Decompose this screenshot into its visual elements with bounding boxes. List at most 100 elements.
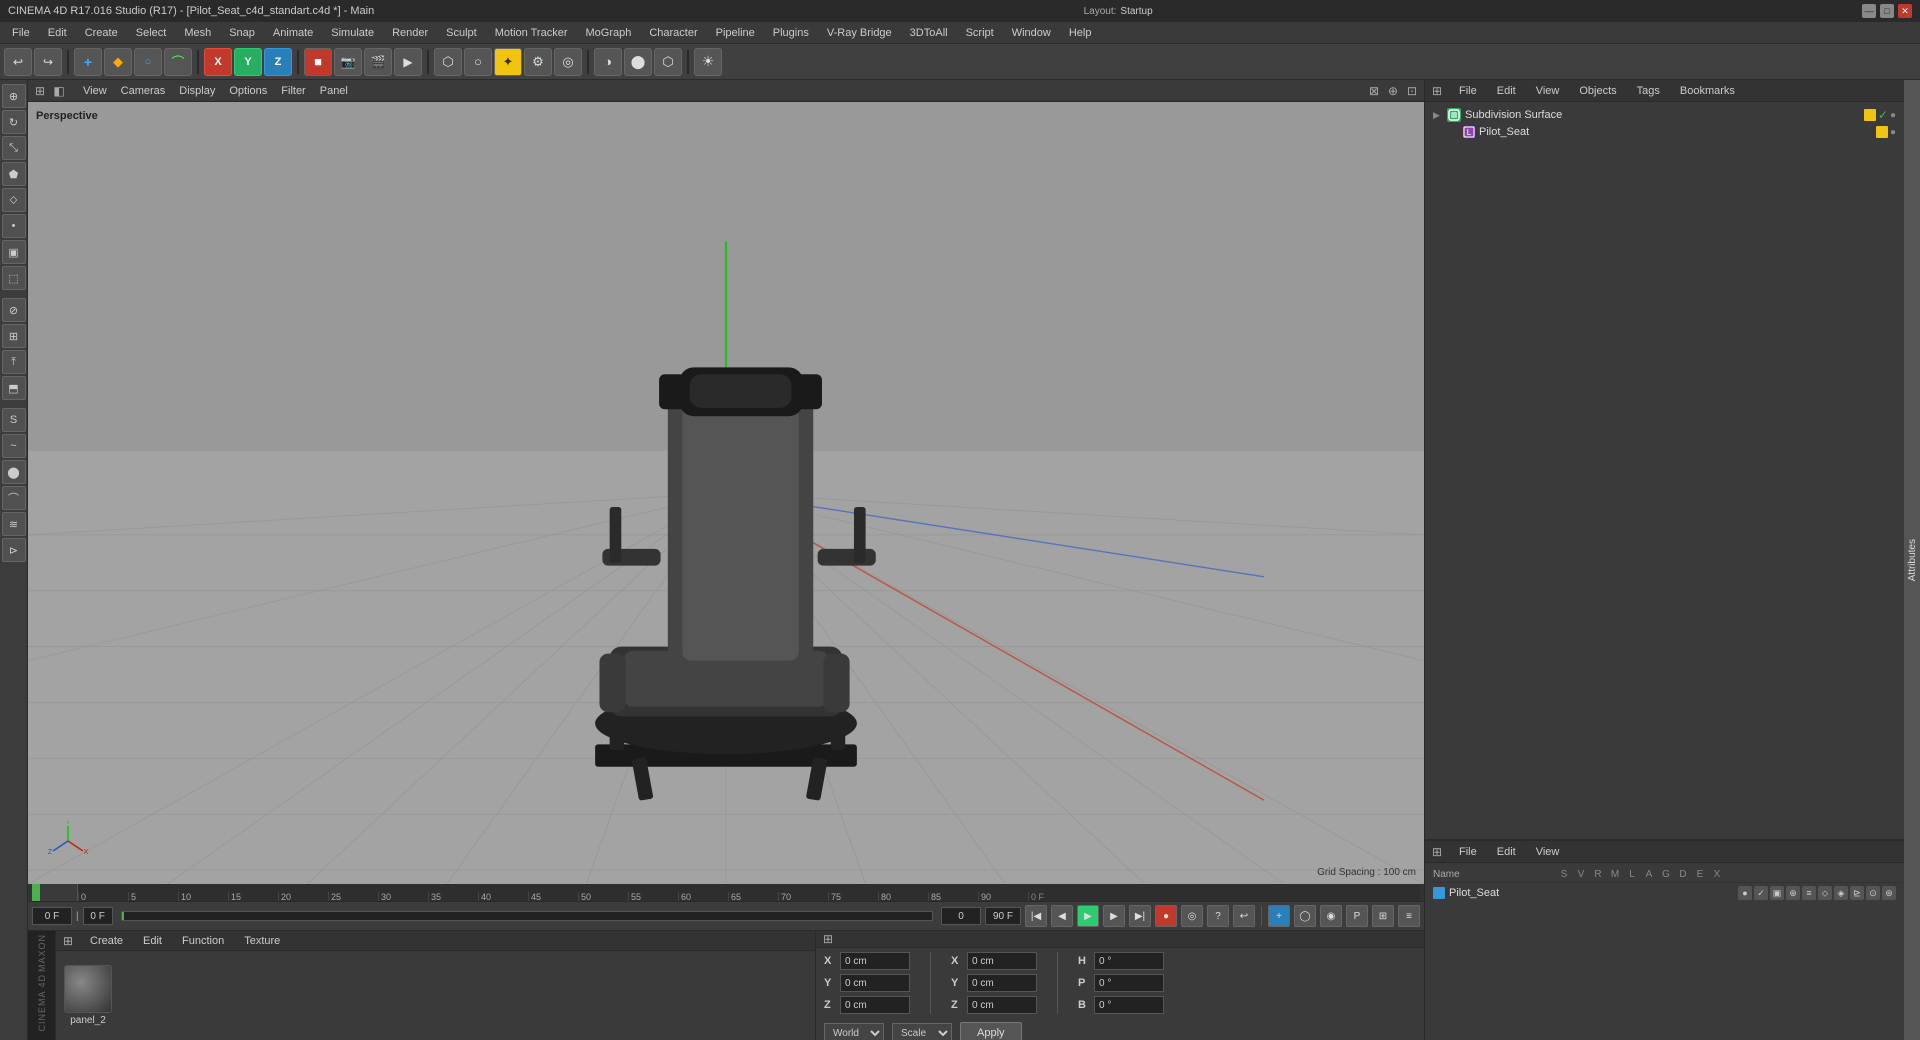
menu-animate[interactable]: Animate — [265, 25, 321, 41]
material-button[interactable]: ◑ — [594, 48, 622, 76]
viewport-maximize-icon[interactable]: ⊡ — [1404, 83, 1420, 99]
menu-mesh[interactable]: Mesh — [176, 25, 219, 41]
light-button[interactable]: ✦ — [494, 48, 522, 76]
frame-counter-input[interactable] — [83, 907, 113, 925]
y-pos-input[interactable] — [840, 974, 910, 992]
playback-undo-button[interactable]: ↩ — [1233, 905, 1255, 927]
scene-file-btn[interactable]: File — [1453, 844, 1483, 860]
tool-polygon[interactable]: ⬟ — [2, 162, 26, 186]
goto-end-button[interactable]: ▶| — [1129, 905, 1151, 927]
viewport-menu-display[interactable]: Display — [173, 83, 221, 99]
tool-brush[interactable]: ~ — [2, 434, 26, 458]
viewport-menu-panel[interactable]: Panel — [314, 83, 354, 99]
menu-character[interactable]: Character — [641, 25, 705, 41]
menu-3dtoall[interactable]: 3DToAll — [902, 25, 956, 41]
objects-view-btn[interactable]: View — [1530, 83, 1566, 99]
prev-frame-button[interactable]: ◀ — [1051, 905, 1073, 927]
menu-motion-tracker[interactable]: Motion Tracker — [487, 25, 576, 41]
key-grid-button[interactable]: ⊞ — [1372, 905, 1394, 927]
material-edit-btn[interactable]: Edit — [137, 933, 168, 949]
viewport-menu-cameras[interactable]: Cameras — [115, 83, 172, 99]
menu-script[interactable]: Script — [958, 25, 1002, 41]
tool-magnet[interactable]: S — [2, 408, 26, 432]
menu-simulate[interactable]: Simulate — [323, 25, 382, 41]
tool-edge[interactable]: ⬦ — [2, 188, 26, 212]
tool-rotate[interactable]: ↻ — [2, 110, 26, 134]
menu-edit[interactable]: Edit — [40, 25, 75, 41]
menu-snap[interactable]: Snap — [221, 25, 263, 41]
keyframe-button[interactable]: ? — [1207, 905, 1229, 927]
stop-button[interactable]: ■ — [304, 48, 332, 76]
objects-tags-btn[interactable]: Tags — [1631, 83, 1666, 99]
key-extra-button[interactable]: ≡ — [1398, 905, 1420, 927]
tool-point[interactable]: • — [2, 214, 26, 238]
viewport-menu-options[interactable]: Options — [223, 83, 273, 99]
menu-plugins[interactable]: Plugins — [765, 25, 817, 41]
viewport-menu-view[interactable]: View — [77, 83, 113, 99]
end-frame-label[interactable] — [985, 907, 1021, 925]
material-swatch-panel2[interactable] — [64, 965, 112, 1013]
camera-button[interactable]: 📷 — [334, 48, 362, 76]
undo-button[interactable]: ↩ — [4, 48, 32, 76]
x-pos-input[interactable] — [840, 952, 910, 970]
render-button[interactable]: ▶ — [394, 48, 422, 76]
scene-panel-icon[interactable]: ⊞ — [1429, 844, 1445, 860]
poly-button[interactable]: ◆ — [104, 48, 132, 76]
viewport-settings-icon[interactable]: ⊕ — [1385, 83, 1401, 99]
tool-rect-selection[interactable]: ⬚ — [2, 266, 26, 290]
light2-button[interactable]: ☀ — [694, 48, 722, 76]
rotate-z-button[interactable]: Z — [264, 48, 292, 76]
objects-edit-btn[interactable]: Edit — [1491, 83, 1522, 99]
menu-select[interactable]: Select — [128, 25, 175, 41]
scene-view-btn[interactable]: View — [1530, 844, 1566, 860]
tool-extra[interactable]: ⊳ — [2, 538, 26, 562]
close-button[interactable]: ✕ — [1898, 4, 1912, 18]
b-input[interactable] — [1094, 996, 1164, 1014]
tool-sculpt-tool[interactable]: ⌒ — [2, 486, 26, 510]
tool2-button[interactable]: ◎ — [554, 48, 582, 76]
world-mode-select[interactable]: World Object Local — [824, 1023, 884, 1040]
menu-vray-bridge[interactable]: V-Ray Bridge — [819, 25, 900, 41]
scene-edit-btn[interactable]: Edit — [1491, 844, 1522, 860]
tool-extrude[interactable]: ⤒ — [2, 350, 26, 374]
play-button[interactable]: ▶ — [1077, 905, 1099, 927]
menu-window[interactable]: Window — [1004, 25, 1059, 41]
record-button[interactable]: ● — [1155, 905, 1177, 927]
nurbs-button[interactable]: ○ — [134, 48, 162, 76]
tool-paint[interactable]: ⬤ — [2, 460, 26, 484]
timeline-scrub-bar[interactable] — [121, 911, 933, 921]
objects-bookmarks-btn[interactable]: Bookmarks — [1674, 83, 1741, 99]
key-add-button[interactable]: + — [1268, 905, 1290, 927]
scale-mode-select[interactable]: Scale Size — [892, 1023, 952, 1040]
spline-button[interactable]: ⌒ — [164, 48, 192, 76]
h-input[interactable] — [1094, 952, 1164, 970]
viewport-render-icon[interactable]: ⊠ — [1366, 83, 1382, 99]
apply-button[interactable]: Apply — [960, 1022, 1022, 1040]
pilot-seat-scene-row[interactable]: Pilot_Seat ● ✓ ▣ ⊕ ≡ ⬦ ◈ ⊵ ⊙ ⊛ — [1429, 883, 1900, 903]
rotate-y-button[interactable]: Y — [234, 48, 262, 76]
rx-input[interactable] — [967, 952, 1037, 970]
current-frame-input[interactable] — [32, 907, 72, 925]
viewport-3d[interactable]: Perspective Grid Spacing : 100 cm Y X Z — [28, 102, 1424, 884]
tool-bridge[interactable]: ⊞ — [2, 324, 26, 348]
z-pos-input[interactable] — [840, 996, 910, 1014]
rotate-x-button[interactable]: X — [204, 48, 232, 76]
p-input[interactable] — [1094, 974, 1164, 992]
material-texture-btn[interactable]: Texture — [238, 933, 286, 949]
menu-mograph[interactable]: MoGraph — [577, 25, 639, 41]
objects-objects-btn[interactable]: Objects — [1573, 83, 1622, 99]
tool-move[interactable]: ⊕ — [2, 84, 26, 108]
material-create-btn[interactable]: Create — [84, 933, 129, 949]
clapboard-button[interactable]: 🎬 — [364, 48, 392, 76]
key-move-button[interactable]: ◉ — [1320, 905, 1342, 927]
next-frame-button[interactable]: ▶ — [1103, 905, 1125, 927]
material-panel-icon[interactable]: ⊞ — [60, 933, 76, 949]
rz-input[interactable] — [967, 996, 1037, 1014]
tool-live-selection[interactable]: ▣ — [2, 240, 26, 264]
menu-sculpt[interactable]: Sculpt — [438, 25, 485, 41]
key-auto-button[interactable]: P — [1346, 905, 1368, 927]
shader-button[interactable]: ⬡ — [654, 48, 682, 76]
minimize-button[interactable]: — — [1862, 4, 1876, 18]
objects-panel-icon[interactable]: ⊞ — [1429, 83, 1445, 99]
autokey-button[interactable]: ◎ — [1181, 905, 1203, 927]
